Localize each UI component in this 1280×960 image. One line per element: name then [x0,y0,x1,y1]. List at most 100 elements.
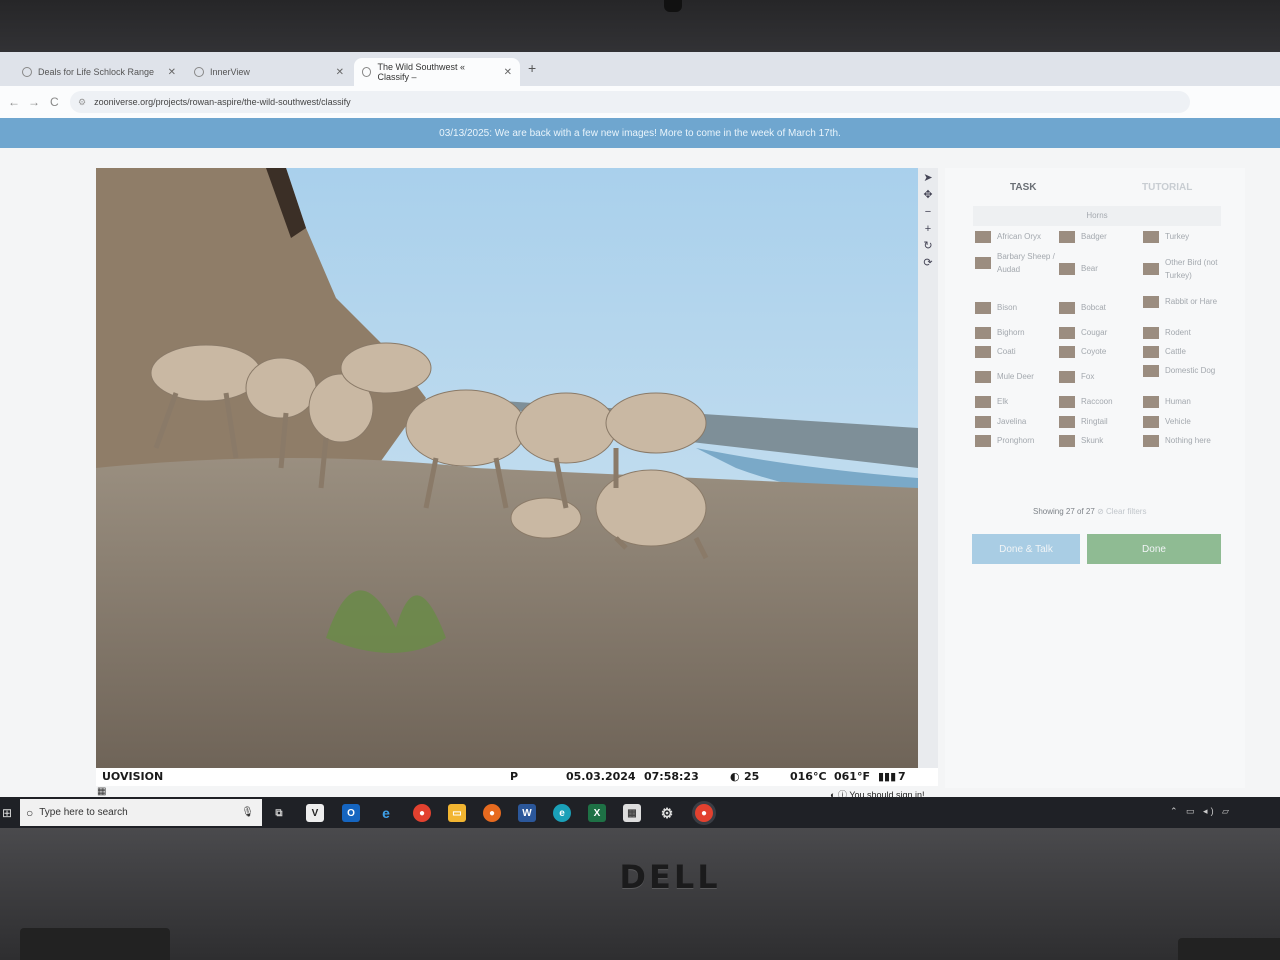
edge-legacy-icon[interactable]: e [377,804,395,822]
close-icon[interactable]: ✕ [504,67,512,78]
showing-text: Showing 27 of 27 [1033,507,1095,516]
edge-icon[interactable]: e [553,804,571,822]
taskbar-search[interactable]: ○ Type here to search 🎙 [20,799,262,826]
choice-label: Skunk [1081,436,1104,445]
reload-button[interactable]: C [50,95,59,109]
tab-classify[interactable]: The Wild Southwest « Classify – ✕ [354,58,520,86]
choice-badger[interactable]: Badger [1059,230,1139,243]
start-button[interactable]: ⊞ [2,806,12,820]
choice-domestic-dog[interactable]: Domestic Dog [1143,364,1223,377]
choice-rabbit[interactable]: Rabbit or Hare [1143,295,1223,308]
choice-label: Bison [997,303,1018,312]
tab-innerview[interactable]: InnerView ✕ [186,58,352,86]
outlook-icon[interactable]: O [342,804,360,822]
choice-skunk[interactable]: Skunk [1059,434,1139,447]
choice-label: Rodent [1165,328,1191,337]
choice-elk[interactable]: Elk [975,395,1055,408]
rotate-icon[interactable]: ↻ [920,239,936,253]
thumbnail [1059,434,1075,447]
choice-label: African Oryx [997,232,1042,241]
choice-label: Cattle [1165,347,1186,356]
close-icon[interactable]: ✕ [336,67,344,78]
tab-tutorial[interactable]: TUTORIAL [1142,182,1192,193]
settings-icon[interactable]: ⚙ [658,804,676,822]
reset-icon[interactable]: ⟳ [920,256,936,270]
app-icon[interactable]: ▦ [623,804,641,822]
choice-javelina[interactable]: Javelina [975,415,1055,428]
choice-label: Coati [997,347,1016,356]
choice-coati[interactable]: Coati [975,345,1055,358]
choice-label: Ringtail [1081,417,1108,426]
filter-bar[interactable]: Horns [973,206,1221,226]
camera-brand: UOVISION [102,770,164,783]
choice-turkey[interactable]: Turkey [1143,230,1223,243]
system-tray[interactable]: ⌃ ▭ ◂) ▱ [1170,806,1232,817]
globe-icon [22,67,32,77]
choice-barbary-sheep[interactable]: Barbary Sheep / Audad [975,250,1055,276]
move-tool-icon[interactable]: ✥ [920,188,936,202]
url-field[interactable]: ⚙ zooniverse.org/projects/rowan-aspire/t… [70,91,1190,113]
forward-button[interactable]: → [28,95,40,109]
grid-icon[interactable]: ▦ [97,786,106,797]
search-icon: ○ [26,805,34,820]
thumbnail [1059,345,1075,358]
choice-label: Badger [1081,232,1107,241]
choice-raccoon[interactable]: Raccoon [1059,395,1139,408]
choice-coyote[interactable]: Coyote [1059,345,1139,358]
laptop-bezel-top [0,0,1280,52]
firefox-icon[interactable]: ● [483,804,501,822]
thumbnail [975,395,991,408]
choice-mule-deer[interactable]: Mule Deer [975,370,1055,383]
word-icon[interactable]: W [518,804,536,822]
file-explorer-icon[interactable]: ▭ [448,804,466,822]
choice-label: Human [1165,397,1191,406]
choice-label: Bighorn [997,328,1025,337]
choice-ringtail[interactable]: Ringtail [1059,415,1139,428]
choice-fox[interactable]: Fox [1059,370,1139,383]
site-info-icon[interactable]: ⚙ [78,97,86,108]
zoom-in-icon[interactable]: + [920,222,936,236]
done-and-talk-button[interactable]: Done & Talk [972,534,1080,564]
thumbnail [975,415,991,428]
choice-bighorn[interactable]: Bighorn [975,326,1055,339]
done-button[interactable]: Done [1087,534,1221,564]
choice-label: Raccoon [1081,397,1113,406]
microphone-icon[interactable]: 🎙 [241,807,254,818]
camera-mode: P [510,770,519,783]
pointer-tool-icon[interactable]: ➤ [920,171,936,185]
thumbnail [975,345,991,358]
classify-panel: TASK TUTORIAL Horns African Oryx Badger … [945,168,1245,788]
choice-bear[interactable]: Bear [1059,262,1139,275]
clear-filters-link[interactable]: ⊘ Clear filters [1097,507,1146,516]
choice-bison[interactable]: Bison [975,301,1055,314]
choice-human[interactable]: Human [1143,395,1223,408]
thumbnail [1059,230,1075,243]
excel-icon[interactable]: X [588,804,606,822]
back-button[interactable]: ← [8,95,20,109]
task-view-icon[interactable]: ⧉ [270,804,288,822]
choice-cougar[interactable]: Cougar [1059,326,1139,339]
camera-info-strip: UOVISION P 05.03.2024 07:58:23 ◐ 25 016°… [96,768,938,786]
moon-value: 25 [744,770,760,783]
choice-vehicle[interactable]: Vehicle [1143,415,1223,428]
subject-image[interactable] [96,168,918,768]
zoom-out-icon[interactable]: − [920,205,936,219]
new-tab-button[interactable]: + [528,60,536,76]
choice-african-oryx[interactable]: African Oryx [975,230,1055,243]
choice-other-bird[interactable]: Other Bird (not Turkey) [1143,256,1223,282]
chrome-active-icon[interactable]: ● [695,804,713,822]
tab-deals[interactable]: Deals for Life Schlock Range ✕ [14,58,184,86]
thumbnail [1059,326,1075,339]
thumbnail [1143,364,1159,377]
hinge-left [20,928,170,960]
choice-cattle[interactable]: Cattle [1143,345,1223,358]
choice-bobcat[interactable]: Bobcat [1059,301,1139,314]
choice-pronghorn[interactable]: Pronghorn [975,434,1055,447]
choice-nothing-here[interactable]: Nothing here [1143,434,1223,447]
chrome-icon[interactable]: ● [413,804,431,822]
choice-rodent[interactable]: Rodent [1143,326,1223,339]
thumbnail [1143,434,1159,447]
tab-task[interactable]: TASK [1010,182,1036,193]
vectorworks-icon[interactable]: V [306,804,324,822]
close-icon[interactable]: ✕ [168,67,176,78]
